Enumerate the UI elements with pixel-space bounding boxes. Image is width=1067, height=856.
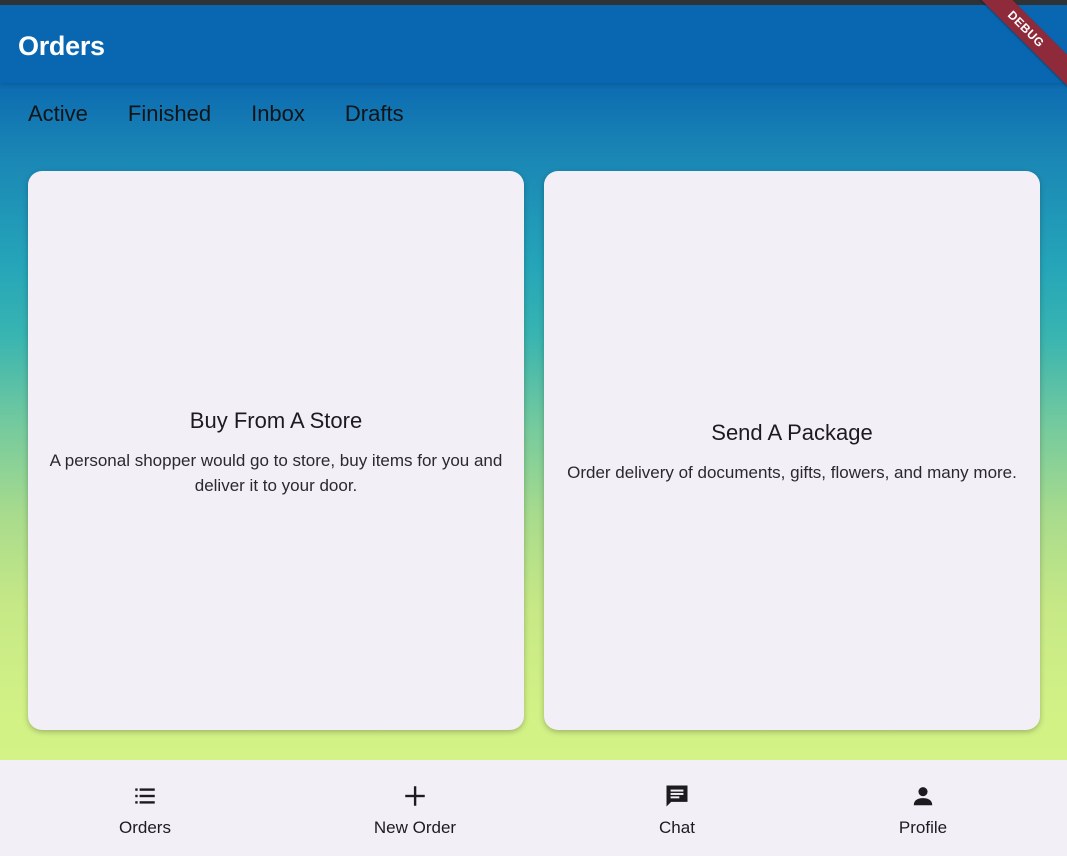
nav-label-new-order: New Order: [373, 818, 457, 837]
nav-label-orders: Orders: [119, 818, 171, 837]
app-bar: Orders: [0, 5, 1067, 83]
person-icon: [909, 782, 937, 810]
tab-drafts[interactable]: Drafts: [345, 100, 404, 128]
card-description: Order delivery of documents, gifts, flow…: [567, 463, 1017, 482]
buy-from-store-card[interactable]: Buy From A Store A personal shopper woul…: [28, 171, 524, 730]
nav-label-chat: Chat: [659, 818, 695, 837]
tab-active[interactable]: Active: [28, 100, 88, 128]
tab-finished[interactable]: Finished: [128, 100, 211, 128]
list-icon: [131, 782, 159, 810]
plus-icon: [401, 782, 429, 810]
card-title: Send A Package: [711, 420, 873, 445]
card-title: Buy From A Store: [189, 407, 363, 433]
window-top-border: [0, 0, 1067, 5]
nav-item-profile[interactable]: Profile: [873, 760, 973, 856]
tab-bar: Active Finished Inbox Drafts: [28, 100, 404, 128]
tab-inbox[interactable]: Inbox: [251, 100, 305, 128]
nav-item-orders[interactable]: Orders: [95, 760, 195, 856]
nav-item-chat[interactable]: Chat: [627, 760, 727, 856]
chat-icon: [663, 782, 691, 810]
page-title: Orders: [18, 31, 105, 61]
bottom-navigation-bar: Orders New Order Chat Profile: [0, 760, 1067, 856]
nav-label-profile: Profile: [898, 818, 948, 837]
card-description: A personal shopper would go to store, bu…: [49, 450, 503, 495]
app-screen: Orders DEBUG Active Finished Inbox Draft…: [0, 0, 1067, 856]
send-package-card[interactable]: Send A Package Order delivery of documen…: [544, 171, 1040, 730]
nav-item-new-order[interactable]: New Order: [355, 760, 475, 856]
